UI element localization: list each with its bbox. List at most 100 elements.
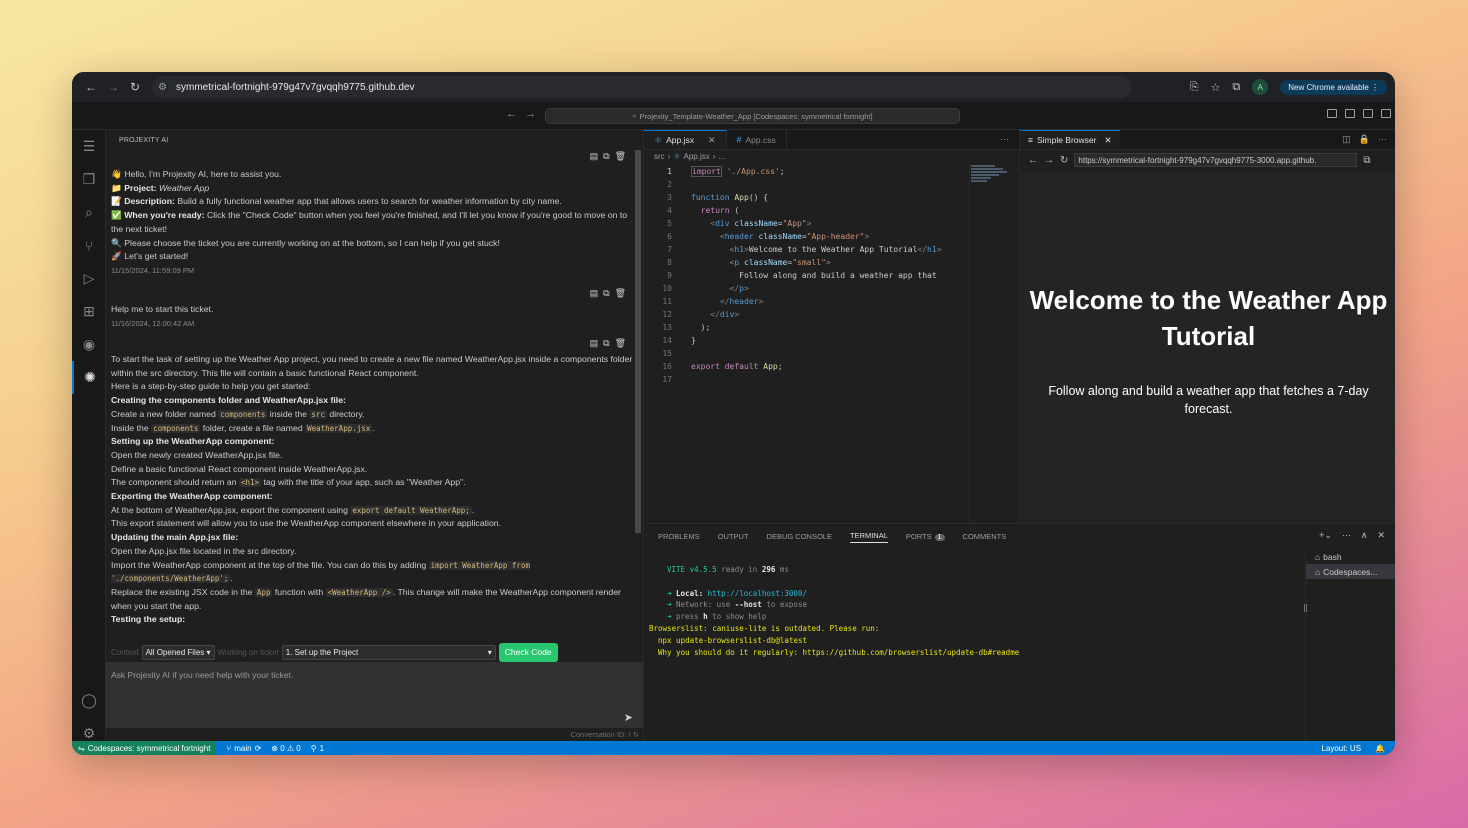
keyboard-layout[interactable]: Layout: US	[1321, 744, 1361, 753]
context-select[interactable]: All Opened Files ▾	[141, 644, 215, 660]
bookmark-star-icon[interactable]: ☆	[1211, 81, 1221, 94]
run-debug-icon[interactable]: ▷	[72, 262, 106, 295]
projexity-ai-icon[interactable]: ✺	[72, 361, 106, 394]
tab-app-css[interactable]: # App.css	[727, 130, 787, 149]
new-chrome-button[interactable]: New Chrome available ⋮	[1280, 79, 1387, 95]
breadcrumb-item[interactable]: src	[654, 152, 665, 161]
scrollbar-thumb[interactable]	[635, 150, 641, 533]
delete-icon[interactable]: 🗑	[615, 287, 626, 301]
close-panel-icon[interactable]: ✕	[1377, 530, 1385, 541]
insert-code-icon[interactable]: ▤	[590, 337, 599, 351]
chat-history[interactable]: ▤ ⧉ 🗑 👋 Hello, I'm Projexity AI, here to…	[106, 150, 634, 642]
step-heading: Updating the main App.jsx file:	[111, 531, 634, 545]
status-right: Layout: US 🔔	[1321, 744, 1395, 753]
tab-debug-console[interactable]: DEBUG CONSOLE	[767, 532, 832, 541]
copy-icon[interactable]: ⧉	[603, 337, 609, 351]
customize-layout-icon[interactable]	[1381, 109, 1391, 118]
inline-code: src	[309, 409, 327, 419]
history-nav-icon[interactable]: ←→	[506, 108, 544, 120]
terminal-item-bash[interactable]: ⌂ bash	[1306, 549, 1395, 564]
send-icon[interactable]: ➤	[624, 711, 633, 724]
new-terminal-icon[interactable]: +⌄	[1319, 530, 1332, 541]
insert-code-icon[interactable]: ▤	[590, 150, 599, 164]
reload-icon[interactable]: ↻	[1060, 155, 1068, 166]
split-editor-icon[interactable]: ◫	[1342, 134, 1351, 145]
editor-scrollbar[interactable]	[969, 165, 970, 523]
tab-simple-browser[interactable]: ≡ Simple Browser ✕	[1020, 130, 1120, 149]
line-number: 14	[662, 336, 672, 345]
notifications-icon[interactable]: 🔔	[1375, 744, 1385, 753]
tab-problems[interactable]: PROBLEMS	[658, 532, 700, 541]
chat-scrollbar[interactable]	[634, 150, 642, 650]
refresh-icon[interactable]: ↻	[633, 730, 639, 739]
branch-indicator[interactable]: ⑂ main ⟳	[226, 744, 261, 753]
more-actions-icon[interactable]: ···	[1342, 530, 1351, 541]
extensions-icon[interactable]: ⧉	[1232, 81, 1240, 94]
more-actions-icon[interactable]: ···	[1000, 134, 1009, 144]
editor-tabs: ⚛ App.jsx ✕ # App.css ···	[644, 130, 1019, 150]
problems-indicator[interactable]: ⊗ 0 ⚠ 0	[271, 744, 300, 753]
simple-browser-url[interactable]: https://symmetrical-fortnight-979g47v7gv…	[1074, 153, 1358, 167]
install-app-icon[interactable]: ⎘	[1190, 81, 1199, 94]
sync-icon[interactable]: ⟳	[255, 744, 262, 753]
check-code-button[interactable]: Check Code	[498, 642, 558, 662]
delete-icon[interactable]: 🗑	[615, 150, 626, 164]
site-info-icon[interactable]: ⚙	[158, 82, 172, 93]
help-key: h	[703, 612, 708, 622]
breadcrumb-item[interactable]: ...	[718, 152, 725, 161]
network-text: use	[716, 600, 731, 610]
simple-browser: ≡ Simple Browser ✕ ◫ 🔒 ··· ← → ↻ https:/…	[1019, 130, 1395, 523]
forward-icon[interactable]: →	[1044, 155, 1054, 166]
back-icon[interactable]: ←	[80, 80, 102, 94]
ready-text: ready in	[721, 565, 758, 574]
profile-avatar[interactable]: A	[1252, 79, 1269, 95]
command-center[interactable]: ⌕ Projexity_Template-Weather_App [Codesp…	[545, 108, 960, 124]
tab-ports[interactable]: PORTS 1	[906, 532, 945, 541]
open-external-icon[interactable]: ⧉	[1363, 155, 1370, 166]
tab-terminal[interactable]: TERMINAL	[849, 531, 888, 543]
toggle-primary-sidebar-icon[interactable]	[1327, 109, 1337, 118]
copy-icon[interactable]: ⧉	[603, 150, 609, 164]
terminal-output[interactable]: VITE v4.5.5 ready in 296 ms ➜ Local: htt…	[649, 564, 1019, 658]
line-number: 11	[662, 297, 672, 306]
reload-icon[interactable]: ↻	[124, 80, 146, 94]
breadcrumb-item[interactable]: App.jsx	[684, 152, 710, 161]
minimap[interactable]	[971, 165, 1011, 195]
tab-label: Simple Browser	[1036, 135, 1097, 145]
ticket-select[interactable]: 1. Set up the Project ▾	[281, 644, 496, 660]
back-icon[interactable]: ←	[1028, 155, 1038, 166]
tab-app-jsx[interactable]: ⚛ App.jsx ✕	[644, 130, 727, 149]
tab-output[interactable]: OUTPUT	[718, 532, 749, 541]
code-line: 13 );	[644, 321, 969, 334]
code-editor[interactable]: 1 import './App.css'; 2 3 function App() {…	[644, 165, 969, 386]
accounts-icon[interactable]: ◯	[72, 684, 106, 717]
source-control-icon[interactable]: ⑂	[72, 229, 106, 262]
delete-icon[interactable]: 🗑	[615, 337, 626, 351]
toggle-panel-icon[interactable]	[1345, 109, 1355, 118]
github-icon[interactable]: ◉	[72, 328, 106, 361]
explorer-icon[interactable]: ❐	[72, 163, 106, 196]
terminal-item-codespaces[interactable]: ⌂ Codespaces...	[1306, 564, 1395, 579]
menu-icon[interactable]: ☰	[72, 130, 106, 163]
copy-icon[interactable]: ⧉	[603, 287, 609, 301]
line-number: 2	[667, 180, 672, 189]
address-bar[interactable]: ⚙ symmetrical-fortnight-979g47v7gvqqh977…	[152, 76, 1132, 98]
search-icon[interactable]: ⌕	[72, 196, 106, 229]
chevron-right-icon: ›	[667, 151, 671, 161]
close-icon[interactable]: ✕	[708, 135, 716, 146]
insert-code-icon[interactable]: ▤	[590, 287, 599, 301]
local-url[interactable]: http://localhost:3000/	[708, 589, 807, 598]
description-label: 📝 Description:	[111, 196, 175, 207]
ask-input[interactable]: Ask Projexity AI if you need help with y…	[106, 662, 643, 728]
extensions-icon[interactable]: ⊞	[72, 295, 106, 328]
remote-indicator[interactable]: ⇋ Codespaces: symmetrical fortnight	[72, 741, 217, 755]
ports-indicator[interactable]: ⚲ 1	[311, 744, 324, 753]
tab-comments[interactable]: COMMENTS	[963, 532, 1007, 541]
toggle-secondary-sidebar-icon[interactable]	[1363, 109, 1373, 118]
maximize-panel-icon[interactable]: ∧	[1361, 530, 1368, 541]
close-icon[interactable]: ✕	[1105, 135, 1112, 146]
lock-icon[interactable]: 🔒	[1359, 134, 1370, 145]
forward-icon[interactable]: →	[102, 80, 124, 94]
more-actions-icon[interactable]: ···	[1378, 134, 1387, 145]
context-label: Context	[111, 647, 139, 657]
